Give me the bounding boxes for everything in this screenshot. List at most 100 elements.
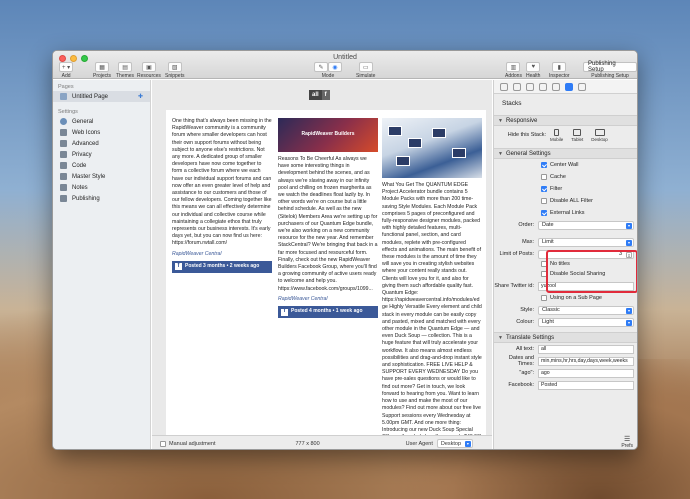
lock-icon [60, 151, 67, 158]
health-icon: ♥ [526, 62, 541, 72]
user-agent-select[interactable]: Desktop ▾ [436, 439, 473, 448]
hide-tablet-toggle[interactable]: Tablet [571, 128, 583, 142]
sidebar-item-untitled-page[interactable]: Untitled Page ✚ [53, 91, 150, 102]
publish-status-icon: ✚ [137, 94, 143, 100]
manual-adjustment-checkbox[interactable] [160, 440, 166, 447]
addons-icon: ▥ [506, 62, 521, 72]
order-label: Order: [518, 222, 534, 228]
projects-icon: ▦ [95, 62, 110, 72]
tab-sidebar-icon[interactable] [526, 82, 534, 91]
sidebar-item-general[interactable]: General [53, 116, 150, 127]
projects-button[interactable]: ▦ Projects [93, 62, 111, 79]
inspector-title: Stacks [502, 100, 522, 107]
sidebar-item-advanced[interactable]: Advanced [53, 138, 150, 149]
post-text: Reasons To Be Cheerful As always we have… [278, 156, 378, 292]
style-label: Style: [520, 307, 534, 313]
chevron-down-icon: ▾ [626, 307, 632, 314]
sliders-icon: ☰ [624, 436, 631, 443]
device-toggles: Mobile Tablet Desktop [550, 128, 608, 142]
chevron-down-icon: ▾ [626, 222, 632, 229]
resources-button[interactable]: ▣ Resources [137, 62, 161, 79]
disclosure-icon: ▼ [498, 117, 503, 124]
center-wall-checkbox[interactable]: Center Wall [494, 159, 637, 171]
snippets-icon: ▧ [167, 62, 182, 72]
tab-settings-icon[interactable] [565, 82, 573, 91]
all-text-label: All text: [515, 346, 534, 352]
ago-input[interactable]: ago [538, 368, 634, 378]
max-select[interactable]: Limit ▾ [538, 237, 634, 247]
sidebar-item-publishing[interactable]: Publishing [53, 193, 150, 204]
order-select[interactable]: Date ▾ [538, 220, 634, 230]
hide-desktop-toggle[interactable]: Desktop [591, 128, 608, 142]
simulate-button[interactable]: ▭ Simulate [356, 62, 375, 79]
preview-mode-icon[interactable]: ◉ [328, 62, 342, 72]
post-author-link[interactable]: RapidWeaver Central [172, 251, 272, 258]
disable-all-filter-checkbox[interactable]: Disable ALL Filter [494, 195, 637, 207]
chevron-down-icon: ▾ [464, 441, 471, 447]
inspector-button[interactable]: ▮ Inspector [549, 62, 570, 79]
add-button[interactable]: + ▾ Add [59, 62, 74, 79]
post-image[interactable] [382, 118, 482, 178]
using-sub-page-checkbox[interactable]: Using on a Sub Page [494, 292, 637, 304]
sidebar-item-master-style[interactable]: Master Style [53, 171, 150, 182]
device-icon: ▭ [358, 62, 373, 72]
code-icon [60, 162, 67, 169]
master-style-icon [60, 173, 67, 180]
plus-icon: + ▾ [59, 62, 74, 72]
prefs-button[interactable]: ☰ Prefs [621, 435, 633, 449]
addons-button[interactable]: ▥ Addons [505, 62, 522, 79]
dates-times-label: Dates and Times: [508, 355, 534, 367]
post-footer[interactable]: f Posted 3 months • 2 weeks ago [172, 260, 272, 273]
titlebar: Untitled + ▾ Add ▦ Projects ▤ Themes ▣ R… [53, 51, 637, 79]
share-twitter-label: Share Twitter id: [494, 283, 534, 289]
colour-select[interactable]: Light ▾ [538, 317, 634, 327]
dates-times-input[interactable]: min,mins,hr,hrs,day,days,week,weeks [538, 356, 634, 366]
filter-facebook-button[interactable]: f [321, 90, 330, 100]
page-icon [60, 93, 67, 100]
sidebar-item-privacy[interactable]: Privacy [53, 149, 150, 160]
translate-section-header[interactable]: ▼ Translate Settings [494, 332, 637, 343]
sidebar-item-notes[interactable]: Notes [53, 182, 150, 193]
tab-info-icon[interactable] [578, 82, 586, 91]
sidebar-item-web-icons[interactable]: Web Icons [53, 127, 150, 138]
snippets-button[interactable]: ▧ Snippets [165, 62, 184, 79]
filter-all-button[interactable]: all [309, 90, 322, 100]
canvas-dimensions: 777 x 800 [295, 440, 320, 447]
user-agent-label: User Agent [405, 440, 433, 447]
edit-mode-icon[interactable]: ✎ [314, 62, 328, 72]
style-select[interactable]: Classic ▾ [538, 305, 634, 315]
sidebar-item-code[interactable]: Code [53, 160, 150, 171]
colour-label: Colour: [516, 319, 534, 325]
disclosure-icon: ▼ [498, 150, 503, 157]
cache-checkbox[interactable]: Cache [494, 171, 637, 183]
tab-page-icon[interactable] [500, 82, 508, 91]
web-icons-icon [60, 129, 67, 136]
inspector-tabs [494, 80, 637, 94]
limit-of-posts-label: Limit of Posts: [499, 251, 534, 257]
tab-header-icon[interactable] [513, 82, 521, 91]
health-button[interactable]: ♥ Health [526, 62, 540, 79]
external-links-checkbox[interactable]: External Links [494, 207, 637, 219]
responsive-section-header[interactable]: ▼ Responsive [494, 115, 637, 126]
publishing-setup-button[interactable]: Publishing Setup Publishing Setup [583, 61, 637, 79]
preview-canvas: all f One thing that's always been missi… [152, 80, 492, 435]
sidebar: Pages Untitled Page ✚ Settings General W… [53, 80, 151, 449]
post-footer[interactable]: f Posted 4 months • 1 week ago [278, 306, 378, 319]
pages-header: Pages [58, 84, 74, 90]
window-title: Untitled [333, 54, 357, 61]
post-image[interactable]: RapidWeaver Builders [278, 118, 378, 152]
inspector-icon: ▮ [552, 62, 567, 72]
hide-mobile-toggle[interactable]: Mobile [550, 128, 563, 142]
themes-button[interactable]: ▤ Themes [116, 62, 134, 79]
mode-control[interactable]: ✎ ◉ Mode [314, 62, 342, 79]
facebook-input[interactable]: Posted [538, 380, 634, 390]
post-author-link[interactable]: RapidWeaver Central [278, 296, 378, 303]
mobile-icon [554, 128, 560, 136]
general-section-header[interactable]: ▼ General Settings [494, 148, 637, 159]
post-card-3: What You Get The QUANTUM EDGE Project Ac… [382, 118, 482, 435]
tab-stack-icon[interactable] [552, 82, 560, 91]
post-text: What You Get The QUANTUM EDGE Project Ac… [382, 182, 482, 435]
filter-checkbox[interactable]: Filter [494, 183, 637, 195]
tab-link-icon[interactable] [539, 82, 547, 91]
all-text-input[interactable]: all [538, 344, 634, 354]
